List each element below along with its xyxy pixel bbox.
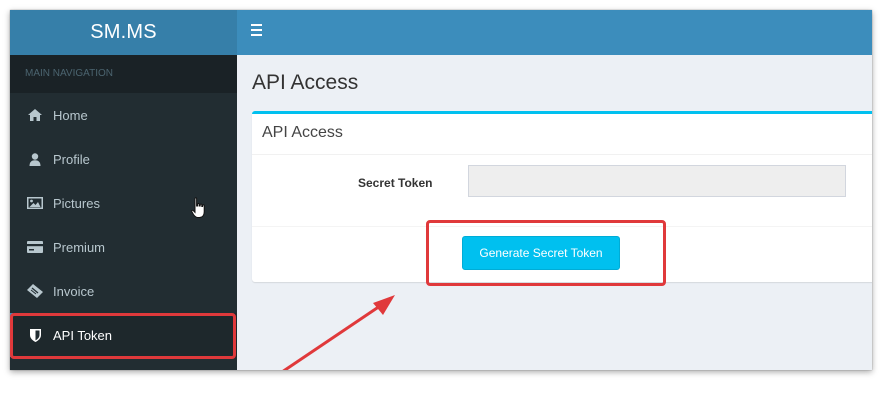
menu-toggle-icon[interactable] [251, 24, 265, 38]
sidebar-item-home[interactable]: Home [10, 93, 237, 137]
home-icon [26, 108, 44, 122]
top-navbar [237, 10, 872, 55]
credit-card-icon [26, 240, 44, 254]
box-title: API Access [262, 124, 343, 141]
sidebar: SM.MS MAIN NAVIGATION Home Profile Pictu… [10, 10, 237, 370]
sidebar-item-label: API Token [53, 327, 113, 343]
sidebar-item-label: Home [53, 107, 88, 123]
sidebar-item-premium[interactable]: Premium [10, 225, 237, 269]
app-window: SM.MS MAIN NAVIGATION Home Profile Pictu… [10, 10, 872, 370]
box-footer-divider [252, 226, 872, 227]
image-icon [26, 196, 44, 210]
user-icon [26, 152, 44, 166]
generate-secret-token-button[interactable]: Generate Secret Token [462, 236, 620, 270]
sidebar-item-profile[interactable]: Profile [10, 137, 237, 181]
main-content: API Access API Access Secret Token Gener… [237, 55, 872, 370]
page-title: API Access [252, 71, 359, 94]
sidebar-item-invoice[interactable]: Invoice [10, 269, 237, 313]
secret-token-input[interactable] [468, 165, 846, 197]
app-logo[interactable]: SM.MS [10, 10, 237, 55]
shield-icon [26, 328, 44, 342]
nav-section-header: MAIN NAVIGATION [10, 55, 237, 93]
sidebar-item-label: Premium [53, 239, 106, 255]
sidebar-item-label: Invoice [53, 283, 95, 299]
api-access-box: API Access Secret Token Generate Secret … [252, 111, 872, 282]
secret-token-label: Secret Token [358, 176, 433, 190]
hand-cursor-icon [191, 197, 205, 218]
sidebar-item-api-token[interactable]: API Token [10, 313, 237, 357]
box-divider [252, 154, 872, 155]
ticket-icon [26, 284, 44, 298]
sidebar-item-label: Profile [53, 151, 90, 167]
sidebar-item-label: Pictures [53, 195, 100, 211]
